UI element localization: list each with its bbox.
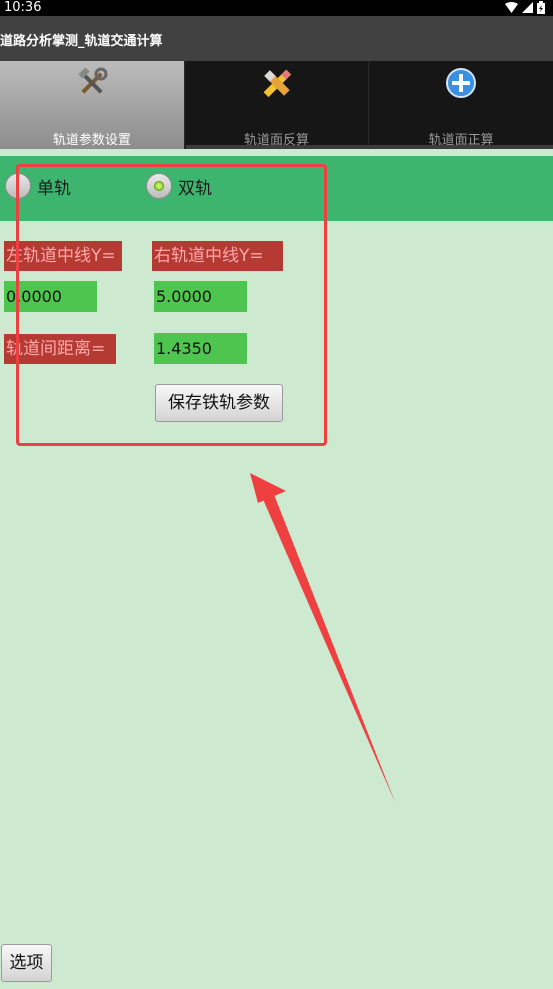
status-icons bbox=[505, 1, 545, 14]
right-rail-center-field[interactable]: 5.0000 bbox=[154, 281, 247, 312]
left-rail-center-field[interactable]: 0.0000 bbox=[4, 281, 97, 312]
rail-type-radio-group: 单轨 双轨 bbox=[0, 156, 553, 221]
tab-label: 轨道参数设置 bbox=[52, 133, 131, 148]
left-rail-center-label: 左轨道中线Y= bbox=[4, 241, 122, 271]
radio-double-rail[interactable]: 双轨 bbox=[146, 173, 212, 199]
rail-gauge-field[interactable]: 1.4350 bbox=[154, 333, 247, 364]
plus-circle-icon bbox=[446, 68, 477, 98]
radio-label: 单轨 bbox=[37, 178, 71, 199]
tab-rail-inverse[interactable]: 轨道面反算 bbox=[185, 61, 370, 149]
radio-single-rail[interactable]: 单轨 bbox=[5, 173, 71, 199]
radio-button-unchecked[interactable] bbox=[5, 173, 31, 199]
app-title: 道路分析掌测_轨道交通计算 bbox=[0, 34, 163, 49]
right-rail-center-label: 右轨道中线Y= bbox=[152, 241, 283, 271]
tab-underline bbox=[186, 145, 553, 149]
cell-signal-icon bbox=[522, 2, 533, 13]
tab-rail-forward[interactable]: 轨道面正算 bbox=[369, 61, 553, 149]
status-time: 10:36 bbox=[4, 0, 42, 15]
status-bar: 10:36 bbox=[0, 0, 553, 16]
tools-icon bbox=[78, 67, 108, 94]
tab-rail-params[interactable]: 轨道参数设置 bbox=[0, 61, 185, 149]
wifi-icon bbox=[505, 2, 518, 13]
app-title-bar: 道路分析掌测_轨道交通计算 bbox=[0, 16, 553, 61]
tab-bar: 轨道参数设置 轨道面反算 轨道面正算 bbox=[0, 61, 553, 149]
save-rail-params-button[interactable]: 保存铁轨参数 bbox=[155, 384, 283, 422]
pencil-eraser-icon bbox=[263, 69, 291, 98]
options-button[interactable]: 选项 bbox=[1, 944, 52, 982]
rail-gauge-label: 轨道间距离= bbox=[4, 334, 116, 364]
battery-icon bbox=[537, 1, 545, 14]
radio-button-checked[interactable] bbox=[146, 173, 172, 199]
radio-label: 双轨 bbox=[178, 178, 212, 199]
